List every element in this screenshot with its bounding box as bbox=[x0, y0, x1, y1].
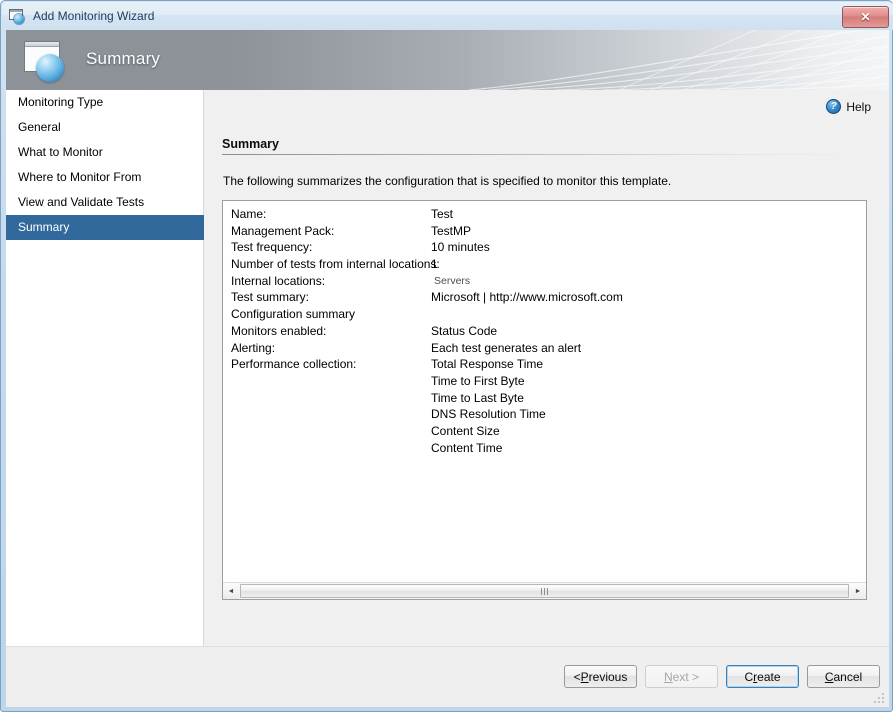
summary-row-label bbox=[231, 406, 431, 423]
summary-row-value: Servers bbox=[434, 274, 471, 287]
page-globe-icon bbox=[20, 38, 70, 84]
sidebar-item-what-to-monitor[interactable]: What to Monitor bbox=[6, 140, 203, 165]
summary-row: Management Pack: TestMP bbox=[231, 223, 623, 240]
close-button[interactable]: ✕ bbox=[842, 6, 889, 28]
wizard-button-bar: < Previous Next > Cr eate Cancel bbox=[564, 665, 880, 688]
summary-row: Alerting: Each test generates an alert bbox=[231, 340, 623, 357]
scrollbar-track[interactable] bbox=[239, 583, 850, 599]
banner-mesh-decoration bbox=[469, 30, 889, 90]
summary-row-label: Management Pack: bbox=[231, 223, 335, 238]
summary-row-label bbox=[231, 390, 431, 407]
content-panel: ? Help Summary The following summarizes … bbox=[204, 90, 889, 646]
sidebar-item-summary[interactable]: Summary bbox=[6, 215, 215, 240]
button-mnemonic: C bbox=[824, 669, 834, 684]
summary-box: Name: Test Management Pack: TestMP Test freq… bbox=[222, 200, 867, 600]
summary-row-value: Microsoft | http://www.microsoft.com bbox=[431, 290, 623, 305]
scrollbar-grip-icon bbox=[541, 587, 548, 595]
summary-row: Time to Last Byte bbox=[231, 390, 623, 407]
summary-list: Name: Test Management Pack: TestMP Test freq… bbox=[223, 201, 623, 456]
summary-row-value: 1 bbox=[431, 257, 438, 272]
summary-row-label bbox=[231, 373, 431, 390]
scroll-right-arrow-icon[interactable]: ► bbox=[850, 583, 866, 599]
button-label-post: ext > bbox=[672, 669, 700, 684]
summary-row-value: Total Response Time bbox=[431, 357, 544, 372]
summary-row-label: Configuration summary bbox=[231, 307, 356, 322]
summary-row: Test summary: Microsoft | http://www.micr… bbox=[231, 289, 623, 306]
wizard-banner: Summary bbox=[6, 30, 889, 90]
summary-row-value: Content Time bbox=[431, 440, 503, 455]
button-label-post: eate bbox=[757, 669, 781, 684]
summary-row: Performance collection: Total Response Ti… bbox=[231, 356, 623, 373]
summary-row: Time to First Byte bbox=[231, 373, 623, 390]
button-label-post: ancel bbox=[833, 669, 863, 684]
summary-row-value: Test bbox=[431, 207, 454, 221]
button-label-post: revious bbox=[588, 669, 628, 684]
summary-row-value: Content Size bbox=[431, 423, 500, 438]
summary-row: Monitors enabled: Status Code bbox=[231, 323, 623, 340]
wizard-window-globe-icon bbox=[9, 8, 27, 24]
summary-row: DNS Resolution Time bbox=[231, 406, 623, 423]
help-label: Help bbox=[846, 99, 871, 114]
summary-row-label: Name: bbox=[231, 207, 267, 221]
summary-row-label bbox=[231, 440, 431, 457]
summary-row-value: Each test generates an alert bbox=[431, 340, 582, 355]
next-button: Next > bbox=[645, 665, 718, 688]
summary-row: Content Size bbox=[231, 423, 623, 440]
button-label-pre: C bbox=[744, 669, 754, 684]
wizard-window: Add Monitoring Wizard ✕ Summary Monitori… bbox=[0, 0, 893, 712]
summary-row-label: Performance collection: bbox=[231, 357, 357, 372]
summary-horizontal-scrollbar[interactable]: ◄ ► bbox=[223, 582, 866, 599]
scroll-left-arrow-icon[interactable]: ◄ bbox=[223, 583, 239, 599]
summary-row-label: Internal locations: bbox=[231, 273, 326, 288]
help-link[interactable]: ? Help bbox=[826, 99, 871, 114]
button-label-pre: < bbox=[573, 669, 581, 684]
create-button[interactable]: Cr eate bbox=[726, 665, 799, 688]
summary-row-label bbox=[231, 423, 431, 440]
summary-row-label: Number of tests from internal locations: bbox=[231, 257, 440, 272]
summary-row-value: TestMP bbox=[431, 223, 472, 238]
resize-grip-icon[interactable] bbox=[873, 692, 885, 704]
summary-row-label: Monitors enabled: bbox=[231, 323, 327, 338]
cancel-button[interactable]: Cancel bbox=[807, 665, 880, 688]
summary-row-value: Status Code bbox=[431, 323, 498, 338]
summary-row: Configuration summary bbox=[231, 306, 623, 323]
summary-row-label: Test summary: bbox=[231, 290, 310, 305]
button-mnemonic: P bbox=[580, 669, 589, 684]
summary-row-value: 10 minutes bbox=[431, 240, 490, 255]
page-title-text: Summary bbox=[222, 137, 279, 151]
scrollbar-thumb[interactable] bbox=[240, 584, 849, 598]
help-question-icon: ? bbox=[826, 99, 842, 114]
summary-row-value: Time to Last Byte bbox=[431, 390, 524, 405]
intro-text: The following summarizes the configurati… bbox=[223, 174, 672, 188]
sidebar-item-monitoring-type[interactable]: Monitoring Type bbox=[6, 90, 203, 115]
summary-row: Test frequency: 10 minutes bbox=[231, 239, 623, 256]
previous-button[interactable]: < Previous bbox=[564, 665, 637, 688]
summary-row: Number of tests from internal locations:… bbox=[231, 256, 623, 273]
summary-row-label: Alerting: bbox=[231, 340, 276, 355]
summary-row: Content Time bbox=[231, 440, 623, 457]
summary-row: Name: Test bbox=[231, 206, 623, 223]
page-title-rule bbox=[222, 154, 862, 155]
footer-bar: < Previous Next > Cr eate Cancel bbox=[6, 646, 889, 707]
summary-row-label: Test frequency: bbox=[231, 240, 313, 255]
summary-row-value: DNS Resolution Time bbox=[431, 407, 546, 422]
summary-row: Internal locations: Servers bbox=[231, 273, 623, 290]
window-title: Add Monitoring Wizard bbox=[33, 9, 155, 23]
button-mnemonic: N bbox=[663, 669, 673, 684]
banner-title: Summary bbox=[86, 49, 161, 68]
sidebar-item-view-and-validate-tests[interactable]: View and Validate Tests bbox=[6, 190, 203, 215]
title-bar: Add Monitoring Wizard ✕ bbox=[2, 2, 893, 30]
sidebar-item-where-to-monitor-from[interactable]: Where to Monitor From bbox=[6, 165, 203, 190]
summary-row-value: Time to First Byte bbox=[431, 373, 525, 388]
wizard-step-sidebar: Monitoring Type General What to Monitor … bbox=[6, 90, 215, 646]
sidebar-item-general[interactable]: General bbox=[6, 115, 203, 140]
page-title: Summary bbox=[222, 137, 862, 155]
